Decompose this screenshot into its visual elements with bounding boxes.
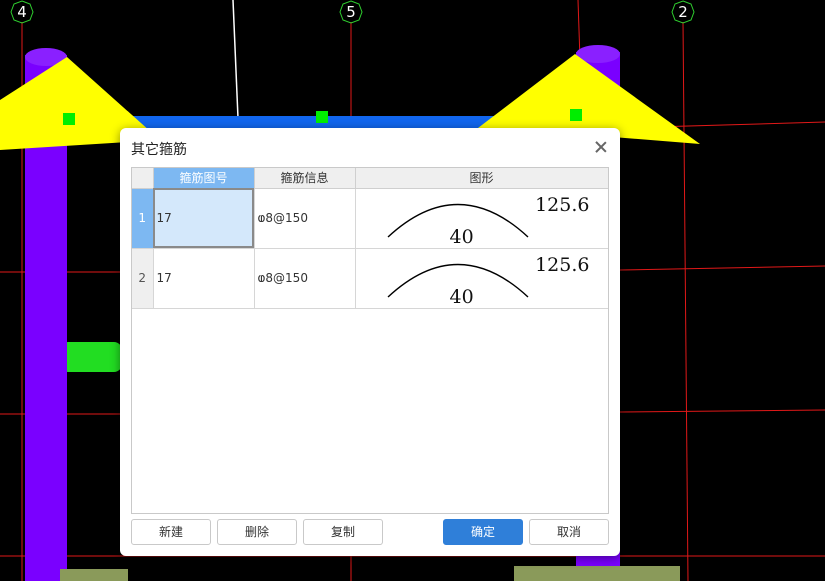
stirrup-table[interactable]: 箍筋图号 箍筋信息 图形 1 17 ⱷ8@150 125.6 40 2 17 ⱷ…: [131, 167, 609, 514]
stirrup-info-cell[interactable]: ⱷ8@150: [254, 248, 356, 309]
stirrup-info-cell[interactable]: ⱷ8@150: [254, 188, 356, 249]
grid-axis-line: [619, 265, 825, 271]
stirrup-number-cell[interactable]: 17: [153, 188, 255, 249]
delete-button[interactable]: 删除: [217, 519, 297, 545]
header-corner[interactable]: [132, 168, 154, 189]
grid-axis-line: [619, 409, 825, 413]
axis-label-5: 5: [346, 3, 356, 21]
header-shape[interactable]: 图形: [355, 168, 608, 189]
header-stirrup-number[interactable]: 箍筋图号: [153, 168, 255, 189]
shape-length-label: 125.6: [535, 253, 590, 276]
dialog-title: 其它箍筋: [131, 142, 187, 158]
grip-handle[interactable]: [63, 113, 75, 125]
axis-label-2: 2: [678, 3, 688, 21]
shape-height-label: 40: [449, 225, 474, 248]
beam-stub[interactable]: [60, 342, 122, 372]
grid-axis-line: [682, 21, 689, 581]
grip-handle[interactable]: [570, 109, 582, 121]
other-stirrup-dialog: 其它箍筋 箍筋图号 箍筋信息 图形 1 17 ⱷ8@150 125.6 40 2…: [120, 128, 620, 556]
table-row[interactable]: 2 17 ⱷ8@150 125.6 40: [132, 248, 608, 309]
new-button[interactable]: 新建: [131, 519, 211, 545]
stirrup-number-cell[interactable]: 17: [153, 248, 255, 309]
foundation: [514, 566, 680, 581]
close-icon[interactable]: [592, 138, 610, 156]
shape-height-label: 40: [449, 285, 474, 308]
shape-cell[interactable]: 125.6 40: [355, 188, 608, 249]
reference-line: [232, 0, 239, 119]
table-row[interactable]: 1 17 ⱷ8@150 125.6 40: [132, 188, 608, 249]
header-stirrup-info[interactable]: 箍筋信息: [254, 168, 356, 189]
table-header: 箍筋图号 箍筋信息 图形: [132, 168, 608, 189]
ok-button[interactable]: 确定: [443, 519, 523, 545]
grip-handle[interactable]: [316, 111, 328, 123]
row-number[interactable]: 2: [132, 248, 154, 309]
shape-length-label: 125.6: [535, 193, 590, 216]
shape-cell[interactable]: 125.6 40: [355, 248, 608, 309]
copy-button[interactable]: 复制: [303, 519, 383, 545]
foundation: [60, 569, 128, 581]
row-number[interactable]: 1: [132, 188, 154, 249]
cancel-button[interactable]: 取消: [529, 519, 609, 545]
axis-label-4: 4: [17, 3, 27, 21]
